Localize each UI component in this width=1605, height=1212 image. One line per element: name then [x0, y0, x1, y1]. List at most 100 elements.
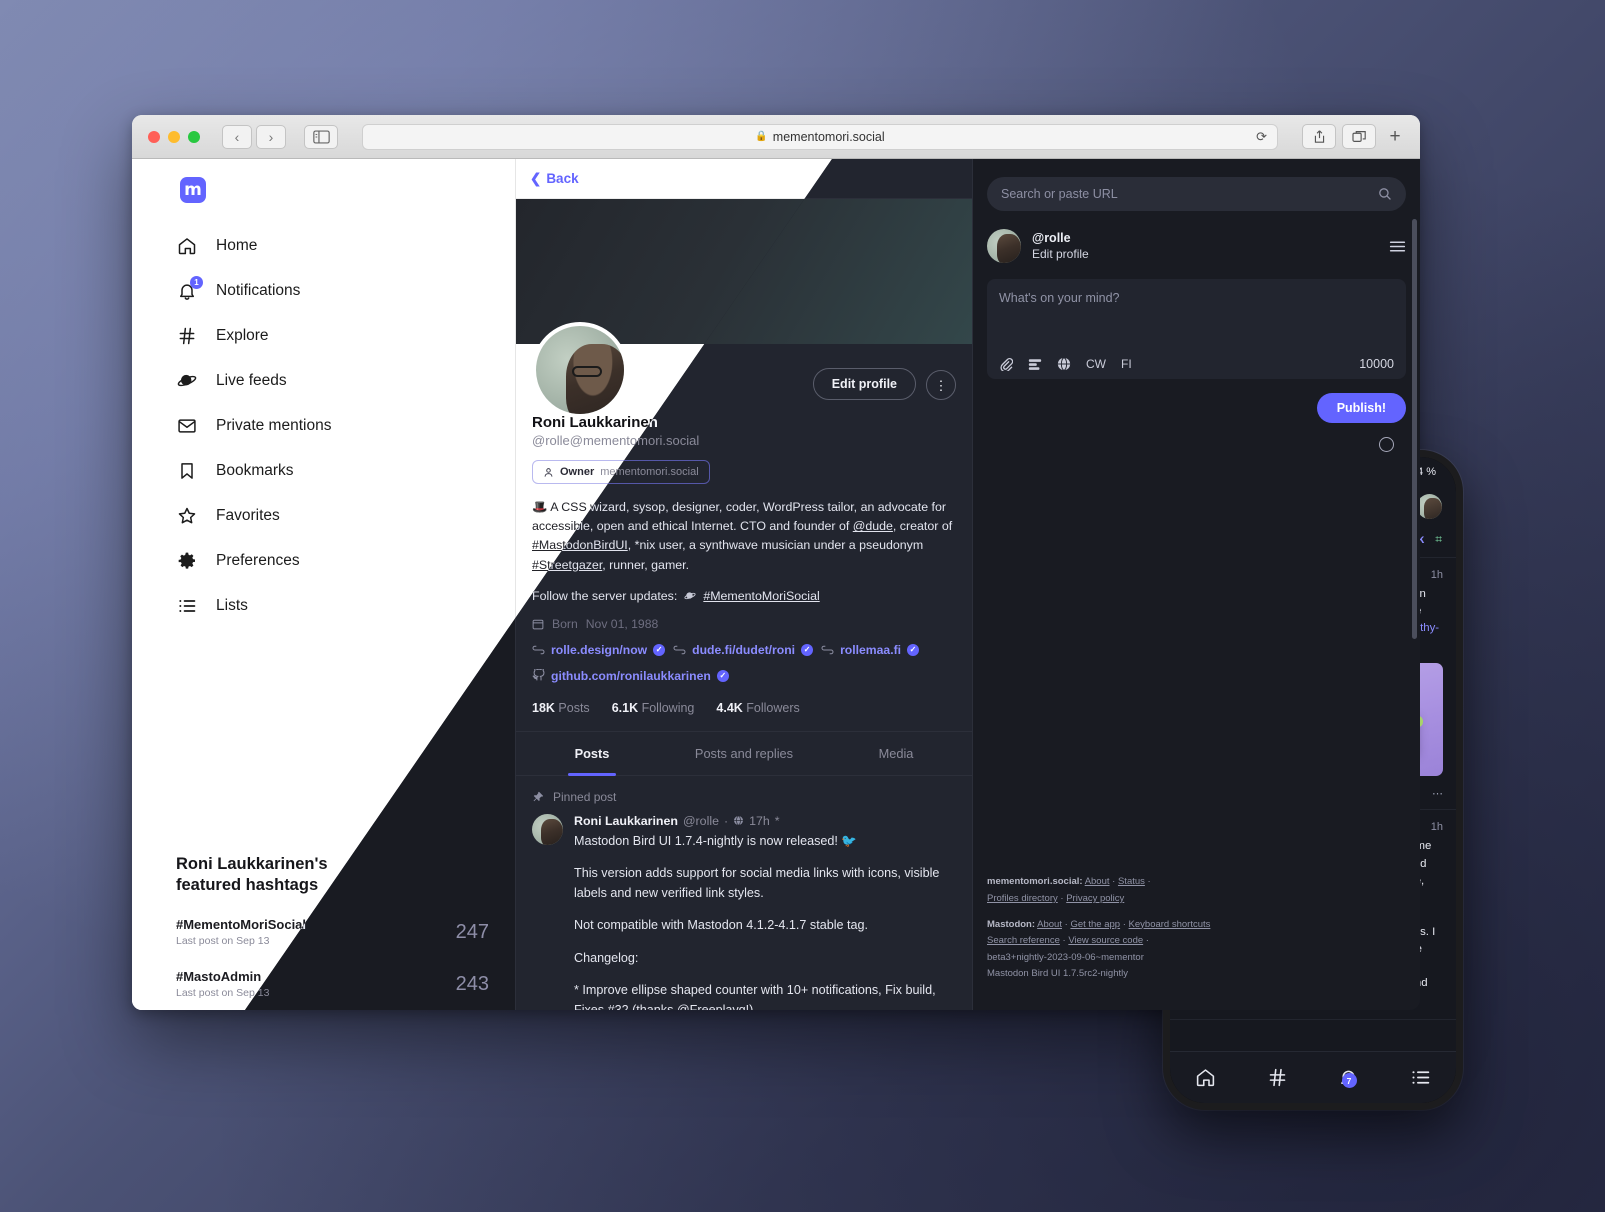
account-row[interactable]: @rolle Edit profile [987, 229, 1406, 263]
avatar[interactable] [532, 322, 628, 418]
reply-button[interactable]: 0 [1220, 787, 1273, 800]
tab-media[interactable]: Media [820, 732, 972, 775]
bookmark-button[interactable] [1379, 786, 1432, 800]
maximize-window-button[interactable] [188, 130, 200, 143]
post-hashtag[interactable]: #csharp [1248, 875, 1289, 887]
minimize-window-button[interactable] [168, 130, 180, 143]
post-hashtag[interactable]: #golf [1378, 977, 1403, 989]
close-window-button[interactable] [148, 130, 160, 143]
follow-updates-hashtag[interactable]: #MementoMoriSocial [703, 589, 819, 603]
pinned-post[interactable]: Roni Laukkarinen @rolle · 17h * Mastodon… [516, 810, 972, 1010]
profile-link-github[interactable]: github.com/ronilaukkarinen ✓ [532, 669, 729, 683]
nav-notifications[interactable]: 7 [1313, 1067, 1385, 1088]
footer-link-mastodon-about[interactable]: About [1037, 919, 1062, 930]
edit-profile-link[interactable]: Edit profile [1032, 247, 1089, 261]
back-button[interactable]: ❮ Back [1381, 532, 1424, 546]
sidebar-item-home[interactable]: Home [176, 223, 515, 268]
attach-icon[interactable] [999, 357, 1013, 371]
stat-posts[interactable]: 18K Posts [532, 701, 590, 715]
edit-profile-button[interactable]: Edit profile [812, 368, 916, 400]
more-options-icon[interactable]: ⋮ [926, 370, 956, 400]
post-media-gallery[interactable]: 👁 ALT ALT [1220, 663, 1443, 777]
stat-followers[interactable]: 4.4K Followers [716, 701, 799, 715]
forward-icon[interactable]: › [256, 124, 286, 149]
reload-icon[interactable]: ⟳ [1256, 129, 1267, 145]
avatar[interactable] [987, 229, 1021, 263]
tab-overview-icon[interactable] [1342, 124, 1376, 149]
post-hashtag[interactable]: #apple [1220, 977, 1254, 989]
boost-button[interactable] [1273, 787, 1326, 799]
tab-posts[interactable]: Posts [516, 732, 668, 776]
alt-badge[interactable]: ALT [1228, 752, 1256, 769]
mastodon-logo[interactable]: m [180, 177, 206, 203]
sidebar-item-private-mentions[interactable]: Private mentions [176, 403, 515, 448]
post-hashtag[interactable]: #introduction [1252, 858, 1317, 870]
share-icon[interactable] [1302, 124, 1336, 149]
profile-link-rolle-design[interactable]: rolle.design/now ✓ [532, 643, 666, 657]
new-post-button[interactable]: New post [1332, 493, 1408, 519]
stat-following[interactable]: 6.1K Following [612, 701, 695, 715]
eye-off-icon[interactable]: 👁 [1228, 671, 1250, 690]
tab-posts-and-replies[interactable]: Posts and replies [668, 732, 820, 775]
compose-textarea[interactable]: What's on your mind? CW FI 10000 [987, 279, 1406, 379]
footer-link-privacy-policy[interactable]: Privacy policy [1066, 893, 1124, 904]
profile-link-rollemaa-fi[interactable]: rollemaa.fi ✓ [821, 643, 920, 657]
alt-badge[interactable]: ALT [1341, 752, 1369, 769]
visibility-globe-icon[interactable] [1057, 357, 1071, 371]
sidebar-item-favorites[interactable]: Favorites [176, 493, 515, 538]
post-hashtag[interactable]: #dotnet [1291, 875, 1329, 887]
avatar[interactable] [532, 813, 563, 845]
featured-hashtag-row[interactable]: #MastoAdmin Last post on Sep 13 243 [176, 969, 489, 999]
footer-link-view-source-code[interactable]: View source code [1068, 935, 1143, 946]
follow-hashtag-icon[interactable]: ⌗ [1435, 532, 1442, 547]
avatar[interactable] [1183, 569, 1211, 597]
back-icon[interactable]: ‹ [222, 124, 252, 149]
post-hashtag[interactable]: #technology [1350, 960, 1411, 972]
avatar[interactable] [1417, 493, 1442, 519]
footer-link-get-the-app[interactable]: Get the app [1070, 919, 1120, 930]
back-button[interactable]: ❮ Back [530, 171, 579, 187]
post-hashtag[interactable]: #guitars [1220, 994, 1261, 1006]
bio-hashtag-mastodonbirdui[interactable]: #MastodonBirdUI [532, 538, 628, 552]
avatar[interactable] [1183, 821, 1211, 850]
publish-button[interactable]: Publish! [1316, 393, 1406, 423]
media-thumbnail[interactable]: ALT [1333, 663, 1443, 777]
poll-icon[interactable] [1028, 358, 1042, 371]
profile-link-dude-fi[interactable]: dude.fi/dudet/roni ✓ [673, 643, 814, 657]
url-bar[interactable]: 🔒 mementomori.social ⟳ [362, 123, 1278, 150]
sidebar-item-live-feeds[interactable]: Live feeds [176, 358, 515, 403]
sidebar-item-bookmarks[interactable]: Bookmarks [176, 448, 515, 493]
page-scrollbar[interactable] [1412, 219, 1417, 639]
post-hashtag-photography[interactable]: #photography [1312, 605, 1382, 617]
phone-post[interactable]: Zac White @zpw@zacpwhite.social · 1h Now… [1170, 810, 1456, 1020]
sidebar-item-explore[interactable]: Explore [176, 313, 515, 358]
featured-hashtag-row[interactable]: #MementoMoriSocial Last post on Sep 13 2… [176, 917, 489, 947]
footer-link-profiles-directory[interactable]: Profiles directory [987, 893, 1058, 904]
language-button[interactable]: FI [1121, 357, 1132, 371]
nav-explore[interactable] [1242, 1067, 1314, 1088]
window-controls[interactable] [144, 130, 200, 143]
search-icon[interactable] [1289, 493, 1324, 519]
content-warning-button[interactable]: CW [1086, 357, 1106, 371]
nav-lists[interactable] [1385, 1067, 1457, 1088]
favorite-button[interactable] [1326, 786, 1379, 800]
media-thumbnail[interactable]: 👁 ALT [1220, 663, 1330, 777]
more-button[interactable]: ⋯ [1432, 787, 1443, 800]
post-hashtag[interactable]: #dotnet [1335, 926, 1373, 938]
sidebar-item-notifications[interactable]: 1 Notifications [176, 268, 515, 313]
post-hashtag[interactable]: #iOS [1269, 943, 1294, 955]
sidebar-item-lists[interactable]: Lists [176, 583, 515, 628]
nav-home[interactable] [1170, 1067, 1242, 1088]
bio-mention-dude[interactable]: @dude [853, 519, 893, 533]
bio-hashtag-streetgazer[interactable]: #Streetgazer [532, 558, 602, 572]
search-icon[interactable] [1378, 187, 1392, 201]
sidebar-item-preferences[interactable]: Preferences [176, 538, 515, 583]
mastodon-logo[interactable]: m [1184, 495, 1206, 517]
post-hashtag[interactable]: #photography [1302, 977, 1371, 989]
footer-link-search-reference[interactable]: Search reference [987, 935, 1060, 946]
footer-link-status[interactable]: Status [1118, 876, 1145, 887]
new-tab-icon[interactable]: + [1382, 126, 1408, 148]
sidebar-toggle-icon[interactable] [304, 124, 338, 149]
hamburger-icon[interactable] [1389, 240, 1406, 253]
search-input[interactable]: Search or paste URL [987, 177, 1406, 211]
